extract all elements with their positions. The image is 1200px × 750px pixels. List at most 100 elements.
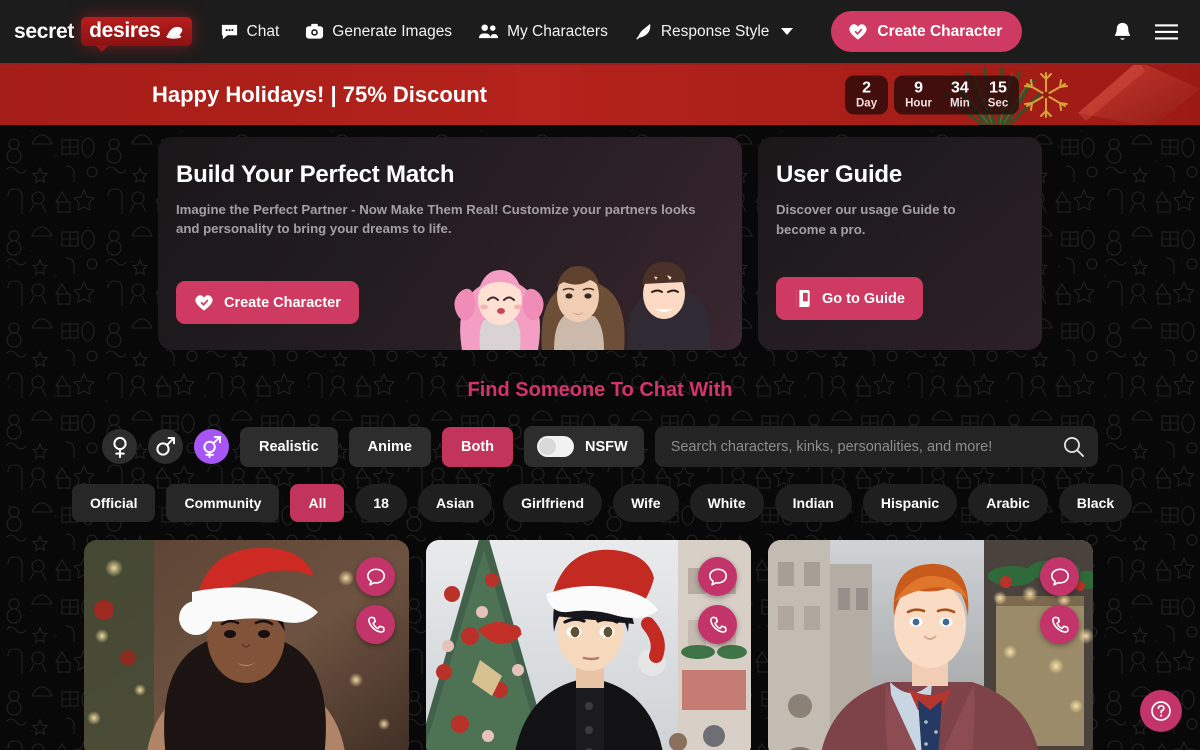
- countdown-min-label: Min: [949, 97, 970, 110]
- search-icon[interactable]: [1063, 436, 1084, 457]
- countdown-day-label: Day: [856, 97, 878, 110]
- chat-bubble-icon: [221, 24, 237, 40]
- book-icon: [796, 289, 810, 308]
- top-navigation-bar: secret desires Chat Generate Images My C…: [0, 0, 1200, 65]
- nav-item-my-characters-label: My Characters: [507, 22, 608, 40]
- phone-icon: [709, 616, 727, 633]
- gender-filter-male[interactable]: [148, 429, 183, 464]
- nav-item-chat-label: Chat: [246, 22, 280, 40]
- tag-official[interactable]: Official: [72, 484, 156, 522]
- tag-arabic[interactable]: Arabic: [968, 484, 1048, 522]
- phone-icon: [367, 616, 385, 633]
- user-guide-card: User Guide Discover our usage Guide to b…: [758, 137, 1042, 350]
- build-match-subtitle: Imagine the Perfect Partner - Now Make T…: [176, 202, 696, 236]
- holiday-promo-banner[interactable]: Happy Holidays! | 75% Discount 2 Day 9 H…: [0, 65, 1200, 125]
- nsfw-toggle[interactable]: NSFW: [524, 426, 644, 467]
- create-character-button[interactable]: Create Character: [831, 11, 1023, 52]
- style-filter-anime[interactable]: Anime: [348, 426, 431, 467]
- countdown-timer: 2 Day 9 Hour 34 Min 15 Sec: [845, 75, 1020, 115]
- snowflake-icon: [1024, 72, 1068, 118]
- nav-item-chat[interactable]: Chat: [220, 22, 280, 41]
- nav-item-response-style-label: Response Style: [660, 22, 770, 40]
- tag-indian[interactable]: Indian: [774, 484, 852, 522]
- anime-girl-portrait: [454, 270, 544, 350]
- anime-guy-portrait: [627, 262, 711, 350]
- menu-button[interactable]: [1155, 23, 1178, 41]
- countdown-min-value: 34: [950, 79, 969, 97]
- nsfw-toggle-label: NSFW: [585, 438, 628, 455]
- call-button[interactable]: [698, 605, 737, 644]
- user-guide-title: User Guide: [776, 161, 903, 188]
- tag-black[interactable]: Black: [1058, 484, 1133, 522]
- hero-create-character-button[interactable]: Create Character: [176, 281, 359, 324]
- gender-filter-female[interactable]: [102, 429, 137, 464]
- countdown-day-value: 2: [862, 79, 871, 97]
- santa-hat-icon: [165, 26, 182, 39]
- tag-community[interactable]: Community: [166, 484, 280, 522]
- category-tag-row: Official Community All 18 Asian Girlfrie…: [0, 484, 1200, 522]
- search-input[interactable]: [670, 438, 1063, 455]
- tag-hispanic[interactable]: Hispanic: [862, 484, 958, 522]
- tag-white[interactable]: White: [689, 484, 764, 522]
- countdown-hour: 9 Hour: [896, 80, 941, 111]
- countdown-hour-label: Hour: [905, 97, 932, 110]
- nsfw-toggle-track[interactable]: [537, 436, 574, 457]
- main-content: Build Your Perfect Match Imagine the Per…: [0, 125, 1200, 750]
- tag-girlfriend[interactable]: Girlfriend: [503, 484, 603, 522]
- chat-bubble-icon: [708, 567, 727, 586]
- nav-item-my-characters[interactable]: My Characters: [478, 22, 608, 41]
- realistic-woman-portrait: [541, 266, 625, 350]
- tag-wife[interactable]: Wife: [613, 484, 679, 522]
- countdown-hour-value: 9: [914, 79, 923, 97]
- build-match-card: Build Your Perfect Match Imagine the Per…: [158, 137, 742, 350]
- countdown-day: 2 Day: [847, 80, 886, 111]
- countdown-min: 34 Min: [941, 80, 979, 111]
- page-section-heading: Find Someone To Chat With: [467, 379, 733, 401]
- go-to-guide-button[interactable]: Go to Guide: [776, 277, 923, 320]
- user-guide-subtitle: Discover our usage Guide to become a pro…: [776, 202, 956, 237]
- call-button[interactable]: [1040, 605, 1079, 644]
- chat-bubble-icon: [366, 567, 385, 586]
- search-bar[interactable]: [654, 426, 1098, 467]
- character-card-1[interactable]: [84, 540, 409, 750]
- countdown-sec-label: Sec: [987, 97, 1009, 110]
- hero-create-character-label: Create Character: [224, 294, 341, 311]
- character-card-2[interactable]: [426, 540, 751, 750]
- tag-18[interactable]: 18: [355, 484, 407, 522]
- filter-row: Realistic Anime Both NSFW: [0, 426, 1200, 467]
- help-button[interactable]: [1140, 690, 1182, 732]
- nav-item-response-style[interactable]: Response Style: [634, 22, 794, 41]
- tag-asian[interactable]: Asian: [417, 484, 493, 522]
- character-card-1-actions: [356, 557, 395, 644]
- heart-check-icon: [849, 24, 868, 40]
- gender-filter-both[interactable]: [194, 429, 229, 464]
- style-filter-both[interactable]: Both: [441, 426, 513, 467]
- call-button[interactable]: [356, 605, 395, 644]
- chat-button[interactable]: [1040, 557, 1079, 596]
- character-card-grid: [0, 540, 1200, 750]
- style-filter-realistic[interactable]: Realistic: [240, 426, 338, 467]
- venus-icon: [112, 436, 127, 458]
- nav-item-generate-images-label: Generate Images: [332, 22, 453, 40]
- character-card-3[interactable]: [768, 540, 1093, 750]
- feather-icon: [636, 23, 651, 40]
- countdown-day-group: 2 Day: [845, 75, 889, 115]
- nav-item-generate-images[interactable]: Generate Images: [305, 22, 452, 41]
- users-icon: [479, 24, 499, 39]
- hero-row: Build Your Perfect Match Imagine the Per…: [0, 125, 1200, 350]
- logo-text-accent: desires: [89, 19, 161, 42]
- tag-all[interactable]: All: [290, 484, 345, 522]
- notifications-button[interactable]: [1112, 21, 1133, 43]
- character-card-3-actions: [1040, 557, 1079, 644]
- site-logo[interactable]: secret desires: [14, 17, 192, 52]
- logo-badge: desires: [81, 17, 192, 52]
- bell-icon: [1114, 22, 1131, 40]
- nsfw-toggle-knob: [539, 438, 556, 455]
- phone-icon: [1051, 616, 1069, 633]
- chevron-down-icon[interactable]: [781, 28, 794, 35]
- chat-bubble-icon: [1050, 567, 1069, 586]
- chat-button[interactable]: [698, 557, 737, 596]
- chat-button[interactable]: [356, 557, 395, 596]
- banner-title: Happy Holidays! | 75% Discount: [152, 82, 488, 107]
- nav-links: Chat Generate Images My Characters Respo…: [220, 22, 794, 41]
